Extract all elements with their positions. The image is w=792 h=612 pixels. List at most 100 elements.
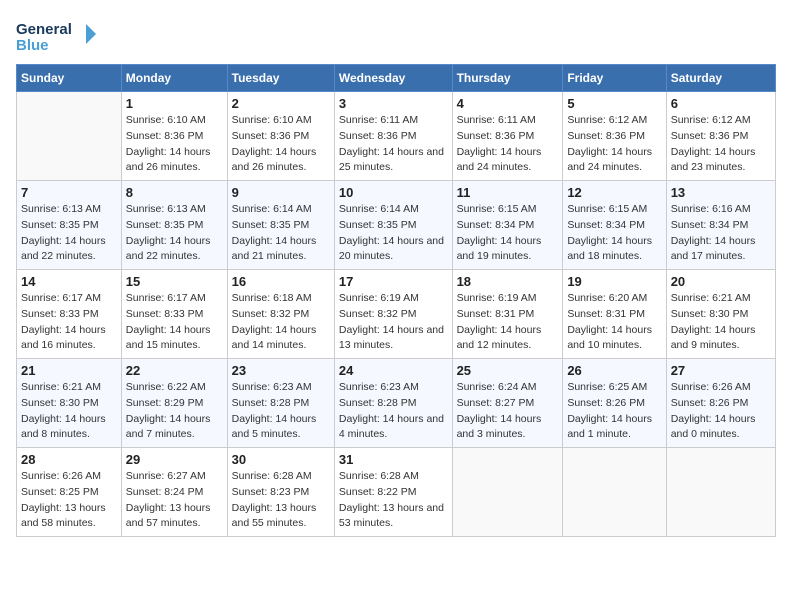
sunrise-text: Sunrise: 6:11 AM — [457, 113, 559, 129]
sunset-text: Sunset: 8:27 PM — [457, 396, 559, 412]
sunrise-text: Sunrise: 6:19 AM — [339, 291, 448, 307]
day-info: Sunrise: 6:11 AMSunset: 8:36 PMDaylight:… — [339, 113, 448, 176]
day-cell: 6 Sunrise: 6:12 AMSunset: 8:36 PMDaylight… — [666, 92, 775, 181]
sunset-text: Sunset: 8:34 PM — [457, 218, 559, 234]
sunrise-text: Sunrise: 6:15 AM — [457, 202, 559, 218]
sunset-text: Sunset: 8:31 PM — [457, 307, 559, 323]
daylight-text: Daylight: 14 hours and 3 minutes. — [457, 412, 559, 444]
sunrise-text: Sunrise: 6:15 AM — [567, 202, 661, 218]
sunrise-text: Sunrise: 6:24 AM — [457, 380, 559, 396]
daylight-text: Daylight: 14 hours and 4 minutes. — [339, 412, 448, 444]
day-info: Sunrise: 6:26 AMSunset: 8:26 PMDaylight:… — [671, 380, 771, 443]
day-info: Sunrise: 6:21 AMSunset: 8:30 PMDaylight:… — [21, 380, 117, 443]
daylight-text: Daylight: 14 hours and 18 minutes. — [567, 234, 661, 266]
daylight-text: Daylight: 14 hours and 21 minutes. — [232, 234, 330, 266]
week-row-4: 21 Sunrise: 6:21 AMSunset: 8:30 PMDayligh… — [17, 359, 776, 448]
sunrise-text: Sunrise: 6:26 AM — [671, 380, 771, 396]
sunset-text: Sunset: 8:28 PM — [232, 396, 330, 412]
daylight-text: Daylight: 14 hours and 9 minutes. — [671, 323, 771, 355]
daylight-text: Daylight: 13 hours and 57 minutes. — [126, 501, 223, 533]
col-header-tuesday: Tuesday — [227, 65, 334, 92]
daylight-text: Daylight: 14 hours and 12 minutes. — [457, 323, 559, 355]
sunrise-text: Sunrise: 6:20 AM — [567, 291, 661, 307]
daylight-text: Daylight: 14 hours and 26 minutes. — [126, 145, 223, 177]
day-info: Sunrise: 6:16 AMSunset: 8:34 PMDaylight:… — [671, 202, 771, 265]
page-header: General Blue — [16, 16, 776, 56]
day-cell: 24Sunrise: 6:23 AMSunset: 8:28 PMDayligh… — [334, 359, 452, 448]
day-cell — [17, 92, 122, 181]
day-number: 26 — [567, 363, 661, 378]
day-cell: 8Sunrise: 6:13 AMSunset: 8:35 PMDaylight… — [121, 181, 227, 270]
daylight-text: Daylight: 14 hours and 24 minutes. — [457, 145, 559, 177]
day-cell: 5Sunrise: 6:12 AMSunset: 8:36 PMDaylight… — [563, 92, 666, 181]
day-cell: 18Sunrise: 6:19 AMSunset: 8:31 PMDayligh… — [452, 270, 563, 359]
sunrise-text: Sunrise: 6:27 AM — [126, 469, 223, 485]
sunset-text: Sunset: 8:34 PM — [671, 218, 771, 234]
day-cell — [666, 448, 775, 537]
sunrise-text: Sunrise: 6:23 AM — [232, 380, 330, 396]
day-number: 14 — [21, 274, 117, 289]
daylight-text: Daylight: 14 hours and 24 minutes. — [567, 145, 661, 177]
day-number: 12 — [567, 185, 661, 200]
sunrise-text: Sunrise: 6:13 AM — [21, 202, 117, 218]
svg-text:General: General — [16, 21, 72, 38]
day-cell: 25Sunrise: 6:24 AMSunset: 8:27 PMDayligh… — [452, 359, 563, 448]
daylight-text: Daylight: 14 hours and 5 minutes. — [232, 412, 330, 444]
day-info: Sunrise: 6:21 AMSunset: 8:30 PMDaylight:… — [671, 291, 771, 354]
day-info: Sunrise: 6:12 AMSunset: 8:36 PMDaylight:… — [671, 113, 771, 176]
day-number: 24 — [339, 363, 448, 378]
calendar-body: 1Sunrise: 6:10 AMSunset: 8:36 PMDaylight… — [17, 92, 776, 537]
day-number: 17 — [339, 274, 448, 289]
daylight-text: Daylight: 14 hours and 0 minutes. — [671, 412, 771, 444]
day-info: Sunrise: 6:14 AMSunset: 8:35 PMDaylight:… — [339, 202, 448, 265]
sunset-text: Sunset: 8:22 PM — [339, 485, 448, 501]
sunrise-text: Sunrise: 6:25 AM — [567, 380, 661, 396]
daylight-text: Daylight: 14 hours and 17 minutes. — [671, 234, 771, 266]
day-cell: 1Sunrise: 6:10 AMSunset: 8:36 PMDaylight… — [121, 92, 227, 181]
logo: General Blue — [16, 16, 96, 56]
day-number: 28 — [21, 452, 117, 467]
sunset-text: Sunset: 8:35 PM — [21, 218, 117, 234]
day-info: Sunrise: 6:17 AMSunset: 8:33 PMDaylight:… — [126, 291, 223, 354]
day-number: 21 — [21, 363, 117, 378]
day-cell: 19Sunrise: 6:20 AMSunset: 8:31 PMDayligh… — [563, 270, 666, 359]
sunrise-text: Sunrise: 6:14 AM — [339, 202, 448, 218]
day-cell: 11Sunrise: 6:15 AMSunset: 8:34 PMDayligh… — [452, 181, 563, 270]
day-number: 6 — [671, 96, 771, 111]
day-cell: 9Sunrise: 6:14 AMSunset: 8:35 PMDaylight… — [227, 181, 334, 270]
daylight-text: Daylight: 14 hours and 23 minutes. — [671, 145, 771, 177]
col-header-wednesday: Wednesday — [334, 65, 452, 92]
sunrise-text: Sunrise: 6:12 AM — [671, 113, 771, 129]
sunrise-text: Sunrise: 6:28 AM — [339, 469, 448, 485]
day-cell: 13Sunrise: 6:16 AMSunset: 8:34 PMDayligh… — [666, 181, 775, 270]
sunset-text: Sunset: 8:35 PM — [339, 218, 448, 234]
day-cell: 14Sunrise: 6:17 AMSunset: 8:33 PMDayligh… — [17, 270, 122, 359]
day-number: 20 — [671, 274, 771, 289]
day-info: Sunrise: 6:22 AMSunset: 8:29 PMDaylight:… — [126, 380, 223, 443]
day-cell — [563, 448, 666, 537]
day-cell: 23Sunrise: 6:23 AMSunset: 8:28 PMDayligh… — [227, 359, 334, 448]
day-info: Sunrise: 6:12 AMSunset: 8:36 PMDaylight:… — [567, 113, 661, 176]
week-row-1: 1Sunrise: 6:10 AMSunset: 8:36 PMDaylight… — [17, 92, 776, 181]
day-info: Sunrise: 6:10 AMSunset: 8:36 PMDaylight:… — [126, 113, 223, 176]
daylight-text: Daylight: 14 hours and 25 minutes. — [339, 145, 448, 177]
sunrise-text: Sunrise: 6:17 AM — [126, 291, 223, 307]
svg-text:Blue: Blue — [16, 37, 49, 54]
day-number: 31 — [339, 452, 448, 467]
day-cell: 3 Sunrise: 6:11 AMSunset: 8:36 PMDaylight… — [334, 92, 452, 181]
day-number: 3 — [339, 96, 448, 111]
day-cell: 16Sunrise: 6:18 AMSunset: 8:32 PMDayligh… — [227, 270, 334, 359]
daylight-text: Daylight: 14 hours and 15 minutes. — [126, 323, 223, 355]
sunrise-text: Sunrise: 6:10 AM — [232, 113, 330, 129]
sunset-text: Sunset: 8:28 PM — [339, 396, 448, 412]
day-info: Sunrise: 6:26 AMSunset: 8:25 PMDaylight:… — [21, 469, 117, 532]
sunset-text: Sunset: 8:33 PM — [21, 307, 117, 323]
sunset-text: Sunset: 8:25 PM — [21, 485, 117, 501]
day-number: 7 — [21, 185, 117, 200]
day-cell: 26Sunrise: 6:25 AMSunset: 8:26 PMDayligh… — [563, 359, 666, 448]
day-number: 10 — [339, 185, 448, 200]
sunset-text: Sunset: 8:29 PM — [126, 396, 223, 412]
day-cell: 7Sunrise: 6:13 AMSunset: 8:35 PMDaylight… — [17, 181, 122, 270]
daylight-text: Daylight: 14 hours and 14 minutes. — [232, 323, 330, 355]
day-cell: 27Sunrise: 6:26 AMSunset: 8:26 PMDayligh… — [666, 359, 775, 448]
